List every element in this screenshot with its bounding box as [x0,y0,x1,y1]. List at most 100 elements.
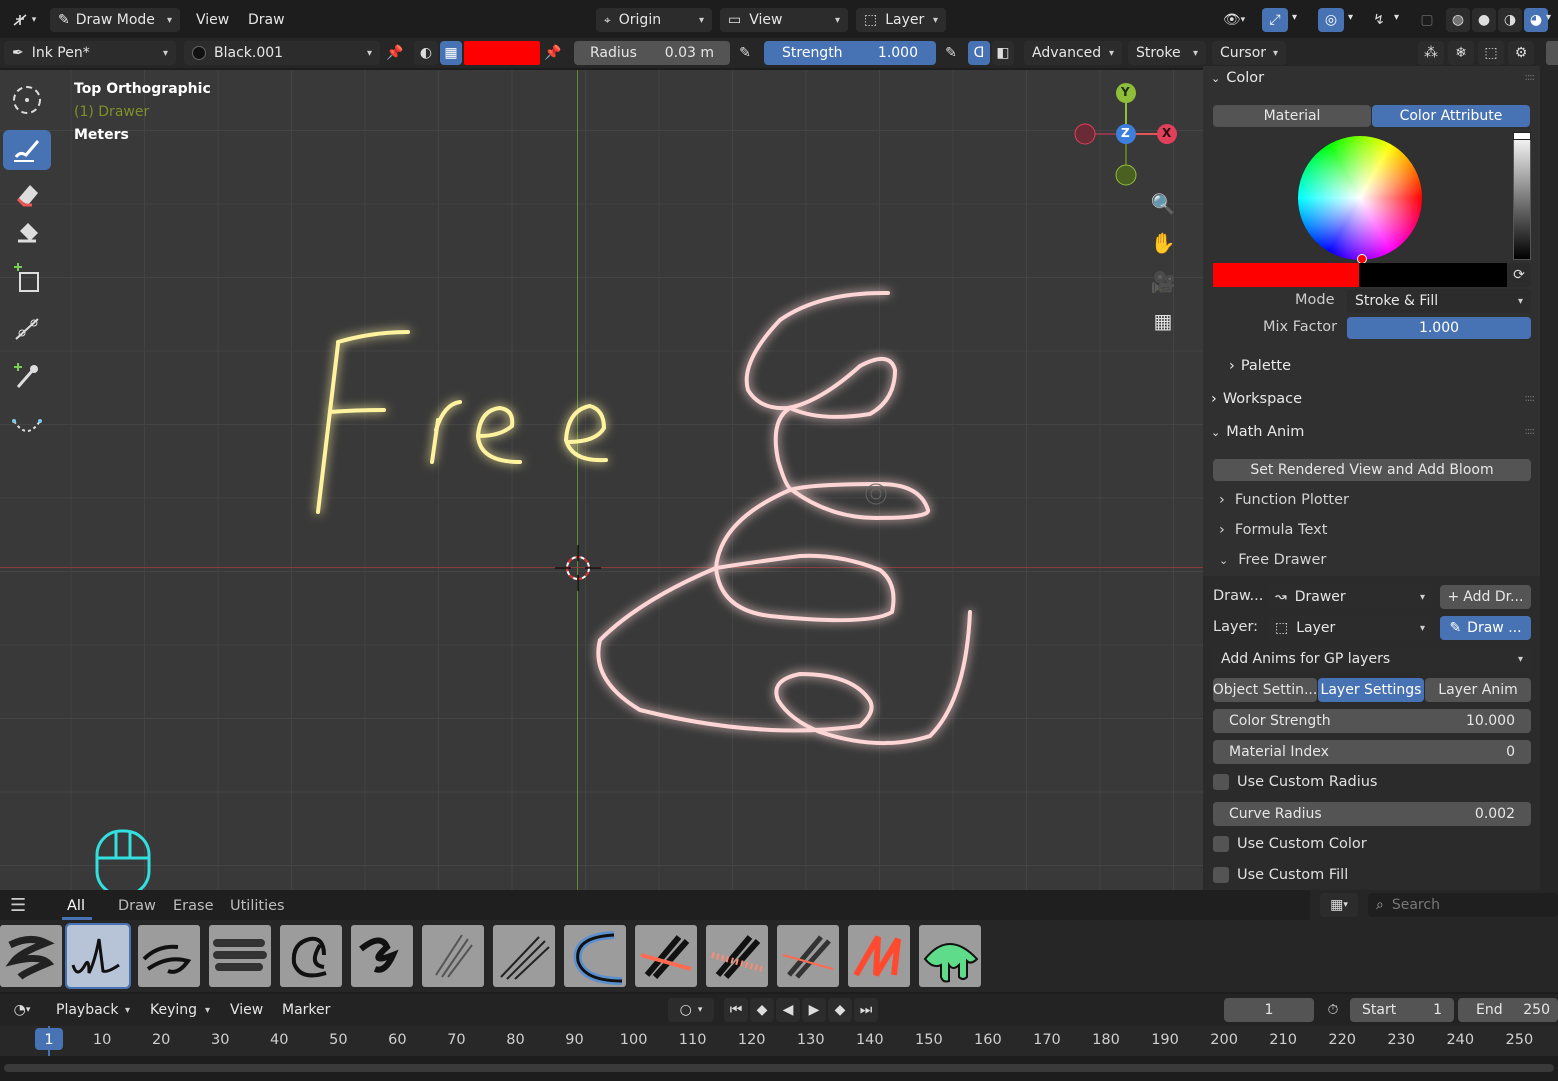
timeline-marker-menu[interactable]: Marker [276,998,336,1022]
gizmo-toggle[interactable]: ⤢ [1262,8,1288,32]
palette-section-header[interactable]: › Palette [1229,358,1291,374]
auto-keying-toggle[interactable]: ○ ▾ [668,998,714,1022]
timeline-editor-type[interactable]: ◔ ▾ [4,998,40,1022]
tab-object-settings[interactable]: Object Settin... [1213,678,1317,702]
timeline-ruler[interactable]: 1 10 20 30 40 50 60 70 80 90 100 110 120 130 140 150 160… [0,1026,1558,1056]
asset-search-input[interactable]: ⌕ Search [1368,893,1558,917]
hamburger-menu-icon[interactable]: ☰ [10,895,26,916]
material-mode-button[interactable]: ◐ [414,41,438,65]
value-slider[interactable] [1513,132,1531,260]
add-drawer-button[interactable]: + Add Dr... [1440,585,1531,609]
origin-dropdown[interactable]: ⌖ Origin ▾ [596,8,712,32]
gp-overlay-toggle[interactable]: ↯ [1366,8,1392,32]
gp-overlay-dropdown-arrow[interactable]: ▾ [1394,12,1399,23]
visibility-toggle[interactable]: 👁 ▾ [1214,8,1254,32]
stopwatch-icon[interactable]: ⏱ [1320,998,1346,1022]
brush-ink-pen[interactable] [65,923,131,989]
color-section-header[interactable]: ⌄ Color [1211,70,1264,86]
pin-color-button[interactable]: 📌 [540,41,566,65]
use-custom-color-checkbox[interactable]: Use Custom Color [1213,836,1367,852]
cursor-dropdown[interactable]: Cursor ▾ [1212,41,1286,65]
advanced-dropdown[interactable]: Advanced ▾ [1024,41,1122,65]
brush-eraser-hard[interactable] [635,925,697,987]
radius-field[interactable]: Radius 0.03 m [574,41,730,65]
end-frame-field[interactable]: End 250 [1458,998,1558,1022]
brush-marker-chisel[interactable] [280,925,342,987]
free-drawer-subpanel[interactable]: ⌄ Free Drawer [1219,552,1326,568]
add-anims-dropdown[interactable]: Add Anims for GP layers ▾ [1213,647,1531,671]
function-plotter-subpanel[interactable]: › Function Plotter [1219,492,1349,508]
brush-fill-area[interactable] [564,925,626,987]
jump-end-icon[interactable]: ⏭ [854,998,878,1022]
wireframe-shading-icon[interactable]: ◍ [1446,8,1470,32]
mode-dropdown-panel[interactable]: Stroke & Fill ▾ [1347,289,1531,313]
strength-field[interactable]: Strength 1.000 [764,41,936,65]
material-shading-icon[interactable]: ◑ [1498,8,1522,32]
play-reverse-icon[interactable]: ◀ [776,998,800,1022]
play-icon[interactable]: ▶ [802,998,826,1022]
brush-marker-bold[interactable] [209,925,271,987]
gizmo-dropdown-arrow[interactable]: ▾ [1292,12,1297,23]
color-attribute-tab[interactable]: Color Attribute [1372,105,1530,127]
brush-tab-utilities[interactable]: Utilities [230,898,285,914]
start-frame-field[interactable]: Start 1 [1350,998,1454,1022]
mix-factor-field[interactable]: 1.000 [1347,317,1531,339]
brush-eraser-stroke[interactable] [777,925,839,987]
layer-dropdown[interactable]: ⬚ Layer ▾ [856,8,946,32]
next-keyframe-icon[interactable]: ◆ [828,998,852,1022]
menu-view[interactable]: View [190,8,235,32]
brush-airbrush[interactable] [0,925,62,987]
keying-menu[interactable]: Keying ▾ [142,998,218,1022]
material-tab[interactable]: Material [1213,105,1371,127]
brush-pen[interactable] [351,925,413,987]
use-custom-radius-checkbox[interactable]: Use Custom Radius [1213,774,1377,790]
brush-tab-erase[interactable]: Erase [173,898,213,914]
timeline-view-menu[interactable]: View [224,998,269,1022]
xray-toggle[interactable]: ▢ [1414,8,1440,32]
brush-smear[interactable] [919,925,981,987]
brush-dropdown[interactable]: ✒ Ink Pen* ▾ [4,41,176,65]
strength-pressure-button[interactable]: ✎ [938,41,964,65]
brush-pencil-soft[interactable] [422,925,484,987]
shading-dropdown-arrow[interactable]: ▾ [1546,12,1551,23]
mode-dropdown[interactable]: ✎ Draw Mode ▾ [50,8,180,32]
brush-tab-draw[interactable]: Draw [118,898,156,914]
color-attribute-mode-button[interactable]: ▦ [440,41,462,65]
brush-tab-all[interactable]: All [67,898,85,914]
3d-viewport[interactable]: Top Orthographic (1) Drawer Meters Y Z X… [0,70,1203,890]
brush-tint[interactable] [848,925,910,987]
settings-icon[interactable]: ⚙ [1508,41,1534,65]
view-dropdown[interactable]: ▭ View ▾ [720,8,848,32]
overlay-toggle[interactable]: ◎ [1318,8,1344,32]
playback-menu[interactable]: Playback ▾ [48,998,138,1022]
draw-button[interactable]: ✎ Draw ... [1440,616,1531,640]
set-bloom-button[interactable]: Set Rendered View and Add Bloom [1213,459,1531,481]
panel-tab-edge[interactable] [1546,41,1558,65]
editor-type-button[interactable]: ▾ [4,8,42,32]
current-frame-field[interactable]: 1 [1224,998,1314,1022]
stroke-dropdown[interactable]: Stroke ▾ [1128,41,1206,65]
brush-pencil[interactable] [493,925,555,987]
color-strength-field[interactable]: Color Strength 10.000 [1213,709,1531,733]
workspace-section-header[interactable]: › Workspace [1211,391,1302,407]
display-options-button[interactable]: ▦ ▾ [1320,893,1358,917]
layer-dropdown-panel[interactable]: ⬚ Layer ▾ [1267,616,1433,640]
brush-ink-pen-rough[interactable] [138,925,200,987]
math-anim-section-header[interactable]: ⌄ Math Anim [1211,424,1304,440]
panel-scrollbar[interactable] [1540,66,1558,890]
material-index-field[interactable]: Material Index 0 [1213,740,1531,764]
jump-start-icon[interactable]: ⏮ [724,998,748,1022]
drawer-dropdown[interactable]: ↝ Drawer ▾ [1267,585,1433,609]
tab-layer-anim[interactable]: Layer Anim [1425,678,1531,702]
drag-grip-icon[interactable]: :::: [1525,426,1536,437]
grease-pencil-drawing[interactable] [0,70,1203,890]
swap-color-button[interactable]: ⟳ [1507,263,1531,287]
tab-layer-settings[interactable]: Layer Settings [1318,678,1424,702]
transform-icon[interactable]: ⬚ [1478,41,1504,65]
snowflake-icon[interactable]: ❄ [1448,41,1474,65]
prev-keyframe-icon[interactable]: ◆ [750,998,774,1022]
color-wheel[interactable] [1298,136,1422,260]
value-slider-handle[interactable] [1513,132,1531,140]
material-dropdown[interactable]: Black.001 ▾ [184,41,380,65]
formula-text-subpanel[interactable]: › Formula Text [1219,522,1327,538]
